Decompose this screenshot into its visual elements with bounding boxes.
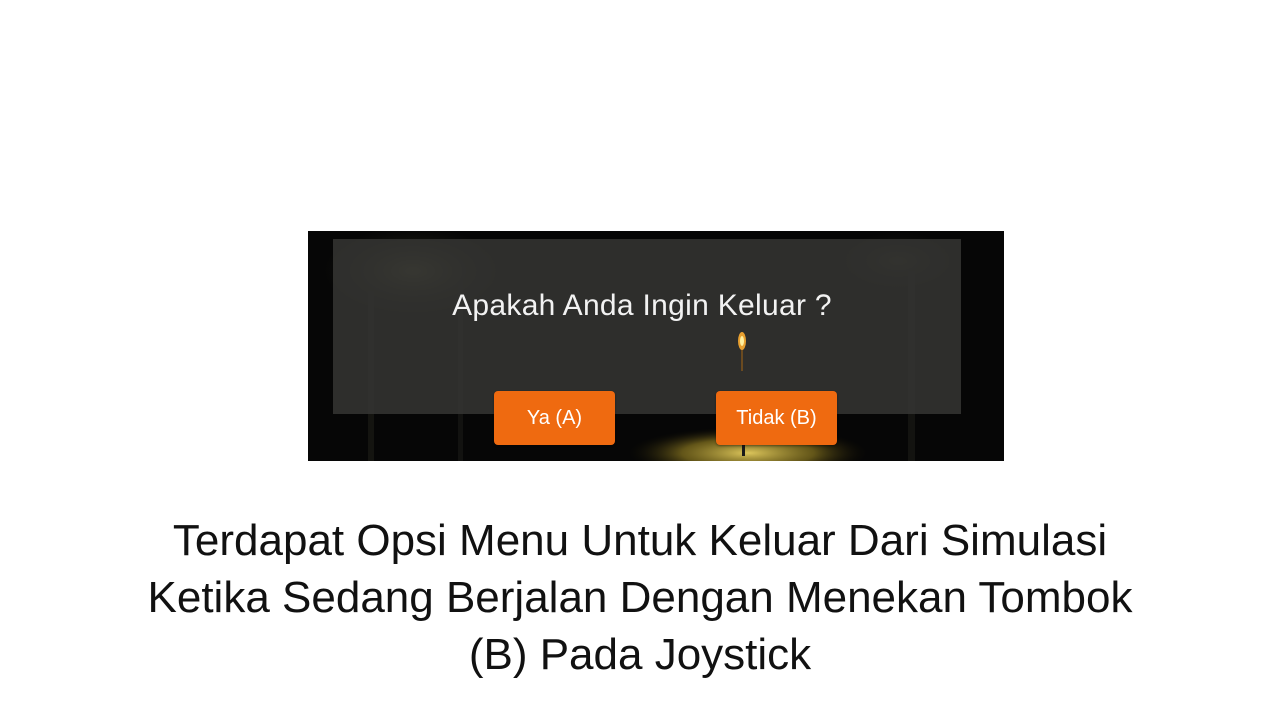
caption-line-2: Ketika Sedang Berjalan Dengan Menekan To… — [147, 573, 1133, 622]
no-button[interactable]: Tidak (B) — [716, 391, 837, 445]
slide: Apakah Anda Ingin Keluar ? Ya (A) Tidak … — [0, 0, 1280, 720]
caption-line-1: Terdapat Opsi Menu Untuk Keluar Dari Sim… — [172, 516, 1108, 565]
torch-icon — [738, 332, 746, 371]
game-screenshot: Apakah Anda Ingin Keluar ? Ya (A) Tidak … — [308, 231, 1004, 461]
dialog-question: Apakah Anda Ingin Keluar ? — [452, 289, 832, 322]
caption-line-3: (B) Pada Joystick — [468, 630, 812, 679]
slide-caption: Terdapat Opsi Menu Untuk Keluar Dari Sim… — [0, 512, 1280, 683]
yes-button[interactable]: Ya (A) — [494, 391, 615, 445]
dialog-panel — [333, 239, 961, 414]
